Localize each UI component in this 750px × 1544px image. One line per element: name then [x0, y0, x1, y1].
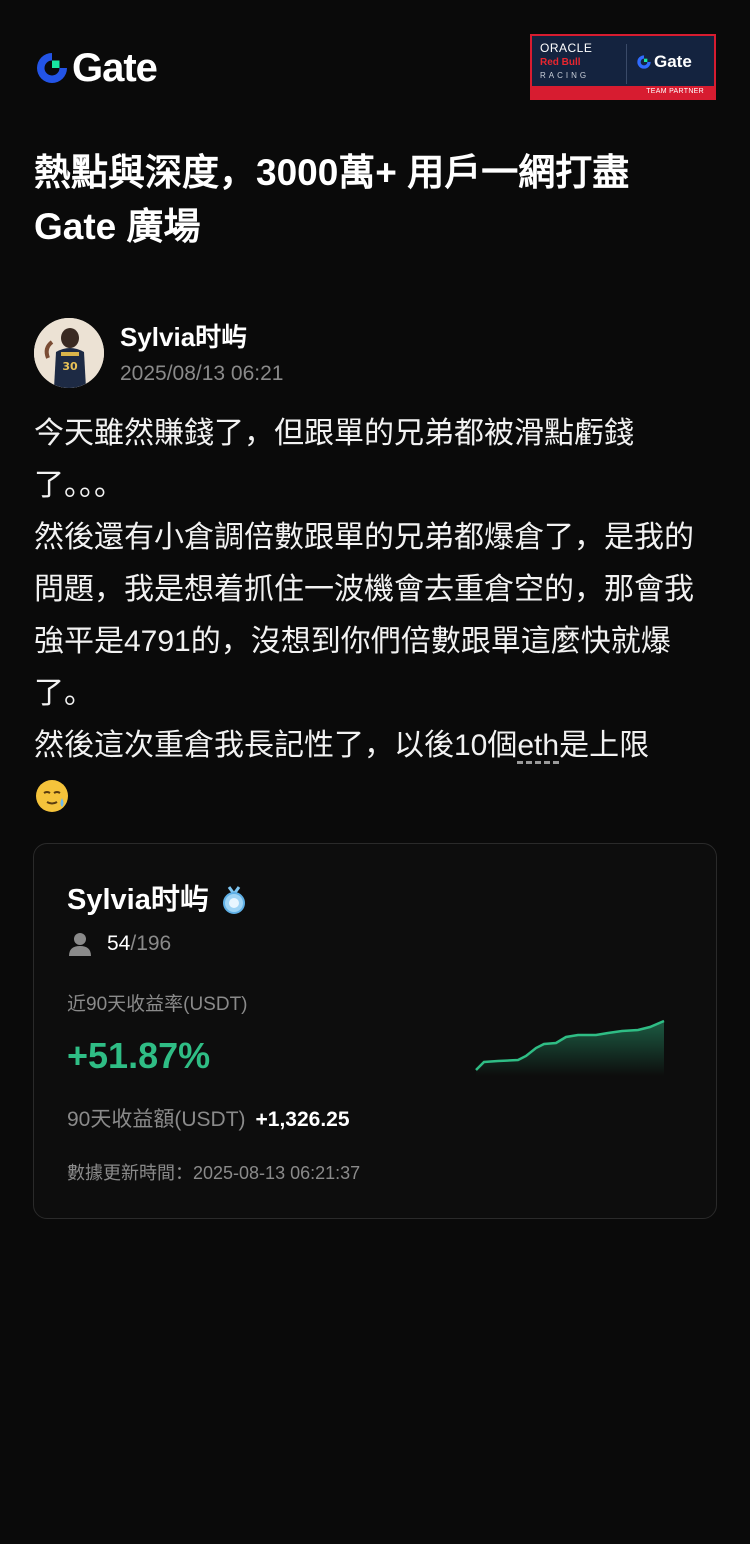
redbull-text: Red Bull: [540, 57, 581, 68]
page: Gate ORACLE Red Bull RACING Gate TEAM PA…: [0, 0, 750, 1544]
banner-gate-logo: Gate: [636, 52, 692, 72]
avatar[interactable]: 30: [34, 318, 104, 388]
post-timestamp: 2025/08/13 06:21: [120, 362, 284, 385]
roi-sparkline: [475, 1019, 665, 1076]
oracle-text: ORACLE: [540, 41, 593, 55]
person-icon: [69, 933, 91, 956]
eth-tag-link[interactable]: eth: [517, 729, 559, 762]
gate-logo[interactable]: Gate: [34, 46, 158, 90]
follower-count: 54/196: [67, 930, 171, 958]
post-text: 然後這次重倉我長記性了，以後10個: [34, 729, 518, 762]
header: Gate ORACLE Red Bull RACING Gate TEAM PA…: [34, 34, 716, 102]
data-updated-time: 數據更新時間：2025-08-13 06:21:37: [67, 1163, 361, 1183]
logo-text: Gate: [72, 46, 158, 90]
post-paragraph: 然後還有小倉調倍數跟單的兄弟都爆倉了，是我的問題，我是想着抓住一波機會去重倉空的…: [34, 521, 694, 710]
racing-text: RACING: [540, 71, 590, 80]
sweat-smile-emoji: [36, 780, 68, 813]
roi-value: +51.87%: [67, 1035, 211, 1076]
oracle-redbull-logo: ORACLE Red Bull RACING: [540, 42, 620, 81]
gate-logo-icon: [37, 53, 67, 83]
trader-name-row: Sylvia时屿: [67, 882, 249, 918]
page-headline: 熱點與深度，3000萬+ 用戶一網打盡 Gate 廣場: [34, 152, 630, 247]
post-body: 今天雖然賺錢了，但跟單的兄弟都被滑點虧錢了。。。 然後還有小倉調倍數跟單的兄弟都…: [34, 408, 720, 824]
author-name[interactable]: Sylvia时屿: [120, 320, 247, 354]
pnl-label: 90天收益額(USDT): [67, 1108, 246, 1131]
post-paragraph: 今天雖然賺錢了，但跟單的兄弟都被滑點虧錢了。。。: [34, 417, 634, 502]
gate-logo-small-icon: [637, 55, 651, 69]
medal-icon: [222, 886, 245, 914]
banner-divider: [626, 44, 627, 84]
post-paragraph-last: 然後這次重倉我長記性了，以後10個eth是上限: [34, 720, 720, 824]
partner-banner[interactable]: ORACLE Red Bull RACING Gate TEAM PARTNER: [530, 34, 716, 100]
team-partner-strip: TEAM PARTNER: [532, 86, 714, 98]
post-author[interactable]: 30 Sylvia时屿 2025/08/13 06:21: [34, 318, 716, 390]
roi-label: 近90天收益率(USDT): [67, 994, 248, 1015]
banner-gate-text: Gate: [654, 52, 692, 71]
trader-name[interactable]: Sylvia时屿: [67, 882, 209, 918]
trader-card[interactable]: Sylvia时屿 54/196 近90天收益率(USDT) +51.87% 90…: [33, 843, 717, 1219]
pnl-value: +1,326.25: [255, 1108, 350, 1131]
avatar-image: 30: [34, 318, 104, 388]
post-text: 是上限: [559, 729, 650, 762]
followers-total: 196: [136, 932, 172, 955]
pnl-row: 90天收益額(USDT) +1,326.25: [67, 1106, 350, 1134]
svg-text:30: 30: [62, 360, 78, 373]
followers-current: 54: [107, 932, 131, 955]
